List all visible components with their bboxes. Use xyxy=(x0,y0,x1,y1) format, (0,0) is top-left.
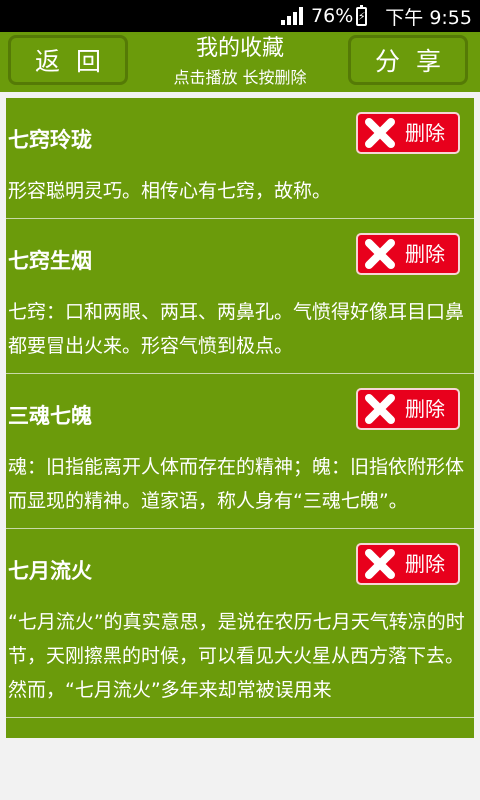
close-icon xyxy=(365,239,395,269)
status-bar: 76% ⚡ 下午 9:55 xyxy=(0,0,480,32)
item-description: 魂：旧指能离开人体而存在的精神；魄：旧指依附形体而显现的精神。道家语，称人身有“… xyxy=(8,456,465,512)
list-item[interactable]: 三魂七魄 删除 魂：旧指能离开人体而存在的精神；魄：旧指依附形体而显现的精神。道… xyxy=(6,374,474,529)
back-button[interactable]: 返回 xyxy=(8,35,128,85)
close-icon xyxy=(365,394,395,424)
close-icon xyxy=(365,118,395,148)
share-button[interactable]: 分享 xyxy=(348,35,468,85)
item-title: 七月流火 xyxy=(8,559,92,583)
delete-label: 删除 xyxy=(405,397,445,421)
page-title: 我的收藏 xyxy=(195,36,284,61)
item-title: 七窍生烟 xyxy=(8,249,92,273)
signal-icon xyxy=(281,7,304,25)
item-description: “七月流火”的真实意思，是说在农历七月天气转凉的时节，天刚擦黑的时候，可以看见大… xyxy=(8,611,465,701)
item-title: 三魂七魄 xyxy=(8,404,92,428)
item-description: 七窍：口和两眼、两耳、两鼻孔。气愤得好像耳目口鼻都要冒出火来。形容气愤到极点。 xyxy=(8,301,465,357)
delete-button[interactable]: 删除 xyxy=(356,543,460,585)
header-bar: 返回 我的收藏 点击播放 长按删除 分享 xyxy=(0,32,480,92)
delete-label: 删除 xyxy=(405,242,445,266)
page-subtitle: 点击播放 长按删除 xyxy=(173,68,307,87)
list-item[interactable]: 七月流火 删除 “七月流火”的真实意思，是说在农历七月天气转凉的时节，天刚擦黑的… xyxy=(6,529,474,718)
list-item[interactable]: 七窍生烟 删除 七窍：口和两眼、两耳、两鼻孔。气愤得好像耳目口鼻都要冒出火来。形… xyxy=(6,219,474,374)
favorites-list[interactable]: 七窍玲珑 删除 形容聪明灵巧。相传心有七窍，故称。 七窍生烟 删除 七窍：口和两… xyxy=(6,98,474,738)
battery-charging-icon: ⚡ xyxy=(356,4,368,26)
close-icon xyxy=(365,549,395,579)
item-title: 七窍玲珑 xyxy=(8,128,92,152)
delete-button[interactable]: 删除 xyxy=(356,233,460,275)
list-item[interactable]: 七窍玲珑 删除 形容聪明灵巧。相传心有七窍，故称。 xyxy=(6,98,474,219)
clock: 下午 9:55 xyxy=(385,6,472,29)
battery-percent: 76% xyxy=(311,5,354,27)
delete-button[interactable]: 删除 xyxy=(356,112,460,154)
delete-button[interactable]: 删除 xyxy=(356,388,460,430)
delete-label: 删除 xyxy=(405,121,445,145)
delete-label: 删除 xyxy=(405,552,445,576)
